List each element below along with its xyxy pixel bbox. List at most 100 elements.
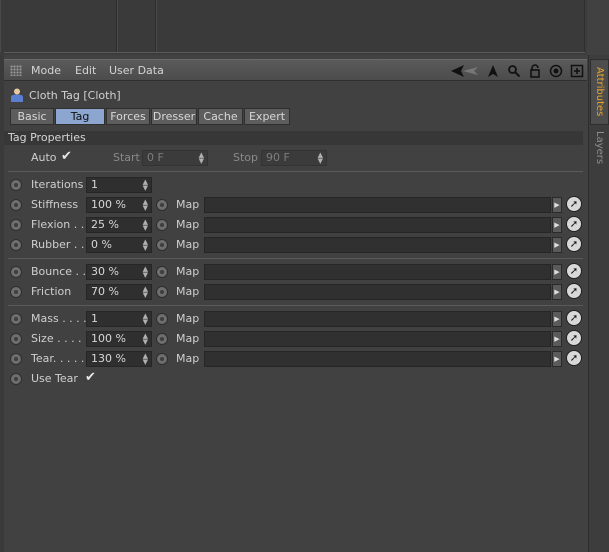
- tab-layers[interactable]: Layers: [590, 127, 609, 169]
- stiffness-field[interactable]: 100 % ▲ ▼: [86, 197, 152, 213]
- animate-radio[interactable]: [10, 199, 22, 211]
- map-label: Map: [176, 265, 200, 278]
- friction-field[interactable]: 70 % ▲ ▼: [86, 284, 152, 300]
- map-label: Map: [176, 218, 200, 231]
- tab-basic[interactable]: Basic: [10, 108, 54, 125]
- animate-radio[interactable]: [10, 373, 22, 385]
- map-dropdown-arrow[interactable]: ▶: [552, 237, 562, 253]
- pick-icon[interactable]: ➚: [566, 216, 582, 232]
- viewport-divider: [4, 52, 585, 53]
- use-tear-row: Use Tear ✔: [4, 370, 583, 388]
- animate-radio[interactable]: [10, 333, 22, 345]
- pick-icon[interactable]: ➚: [566, 196, 582, 212]
- pick-icon[interactable]: ➚: [566, 350, 582, 366]
- menubar: Mode Edit User Data: [4, 59, 587, 81]
- map-animate-radio[interactable]: [156, 353, 168, 365]
- bounce-row: Bounce . . 30 % ▲ ▼ Map ▶ ➚: [4, 263, 583, 281]
- rubber-label: Rubber . .: [31, 238, 85, 251]
- pick-icon[interactable]: ➚: [566, 310, 582, 326]
- map-animate-radio[interactable]: [156, 313, 168, 325]
- friction-label: Friction: [31, 285, 72, 298]
- animate-radio[interactable]: [10, 179, 22, 191]
- map-dropdown-arrow[interactable]: ▶: [552, 264, 562, 280]
- search-icon[interactable]: [506, 63, 522, 79]
- animate-radio[interactable]: [10, 353, 22, 365]
- new-window-icon[interactable]: [569, 63, 585, 79]
- flexion-map-field[interactable]: [204, 217, 551, 233]
- friction-map-field[interactable]: [204, 284, 551, 300]
- map-dropdown-arrow[interactable]: ▶: [552, 197, 562, 213]
- menu-user-data[interactable]: User Data: [109, 64, 164, 77]
- mass-label: Mass . . . .: [31, 312, 87, 325]
- toolbar-icons: [450, 62, 585, 80]
- cursor-icon[interactable]: [485, 63, 501, 79]
- auto-row: Auto ✔ Start 0 F ▲ ▼ Stop 90 F ▲ ▼: [4, 149, 583, 167]
- auto-checkbox[interactable]: ✔: [61, 149, 72, 164]
- auto-label: Auto: [31, 151, 57, 164]
- flexion-row: Flexion . . 25 % ▲ ▼ Map ▶ ➚: [4, 216, 583, 234]
- stiffness-label: Stiffness: [31, 198, 79, 211]
- size-row: Size . . . . . 100 % ▲ ▼ Map ▶ ➚: [4, 330, 583, 348]
- map-label: Map: [176, 198, 200, 211]
- animate-radio[interactable]: [10, 286, 22, 298]
- map-animate-radio[interactable]: [156, 286, 168, 298]
- map-animate-radio[interactable]: [156, 199, 168, 211]
- menu-mode[interactable]: Mode: [31, 64, 61, 77]
- tear-map-field[interactable]: [204, 351, 551, 367]
- iterations-field[interactable]: 1 ▲ ▼: [86, 177, 152, 193]
- map-label: Map: [176, 352, 200, 365]
- tab-tag[interactable]: Tag: [55, 108, 105, 125]
- menu-edit[interactable]: Edit: [75, 64, 96, 77]
- map-dropdown-arrow[interactable]: ▶: [552, 284, 562, 300]
- map-dropdown-arrow[interactable]: ▶: [552, 217, 562, 233]
- viewport-pane-2: [117, 0, 156, 52]
- section-title: Tag Properties: [4, 131, 583, 145]
- map-dropdown-arrow[interactable]: ▶: [552, 311, 562, 327]
- rubber-field[interactable]: 0 % ▲ ▼: [86, 237, 152, 253]
- map-label: Map: [176, 285, 200, 298]
- rubber-map-field[interactable]: [204, 237, 551, 253]
- pick-icon[interactable]: ➚: [566, 330, 582, 346]
- start-field[interactable]: 0 F ▲ ▼: [142, 150, 208, 166]
- tab-expert[interactable]: Expert: [244, 108, 290, 125]
- map-label: Map: [176, 332, 200, 345]
- stiffness-map-field[interactable]: [204, 197, 551, 213]
- pick-icon[interactable]: ➚: [566, 283, 582, 299]
- tab-forces[interactable]: Forces: [106, 108, 150, 125]
- back-arrow-icon[interactable]: [450, 63, 480, 79]
- flexion-field[interactable]: 25 % ▲ ▼: [86, 217, 152, 233]
- tab-cache[interactable]: Cache: [198, 108, 243, 125]
- target-icon[interactable]: [548, 63, 564, 79]
- mass-field[interactable]: 1 ▲ ▼: [86, 311, 152, 327]
- animate-radio[interactable]: [10, 239, 22, 251]
- animate-radio[interactable]: [10, 219, 22, 231]
- viewport-pane-3: [156, 0, 585, 52]
- animate-radio[interactable]: [10, 313, 22, 325]
- tab-dresser[interactable]: Dresser: [151, 108, 197, 125]
- map-dropdown-arrow[interactable]: ▶: [552, 331, 562, 347]
- map-animate-radio[interactable]: [156, 333, 168, 345]
- map-animate-radio[interactable]: [156, 219, 168, 231]
- grip-icon[interactable]: [10, 65, 22, 76]
- mass-map-field[interactable]: [204, 311, 551, 327]
- size-field[interactable]: 100 % ▲ ▼: [86, 331, 152, 347]
- side-tab-strip: Attributes Layers: [588, 55, 609, 552]
- size-label: Size . . . . .: [31, 332, 89, 345]
- use-tear-checkbox[interactable]: ✔: [85, 370, 96, 385]
- map-label: Map: [176, 312, 200, 325]
- map-animate-radio[interactable]: [156, 266, 168, 278]
- animate-radio[interactable]: [10, 266, 22, 278]
- tear-field[interactable]: 130 % ▲ ▼: [86, 351, 152, 367]
- tab-attributes[interactable]: Attributes: [590, 59, 609, 125]
- object-title: Cloth Tag [Cloth]: [29, 88, 121, 102]
- separator: [8, 258, 583, 259]
- bounce-field[interactable]: 30 % ▲ ▼: [86, 264, 152, 280]
- stop-field[interactable]: 90 F ▲ ▼: [261, 150, 327, 166]
- pick-icon[interactable]: ➚: [566, 236, 582, 252]
- pick-icon[interactable]: ➚: [566, 263, 582, 279]
- bounce-map-field[interactable]: [204, 264, 551, 280]
- map-dropdown-arrow[interactable]: ▶: [552, 351, 562, 367]
- size-map-field[interactable]: [204, 331, 551, 347]
- map-animate-radio[interactable]: [156, 239, 168, 251]
- lock-icon[interactable]: [527, 63, 543, 79]
